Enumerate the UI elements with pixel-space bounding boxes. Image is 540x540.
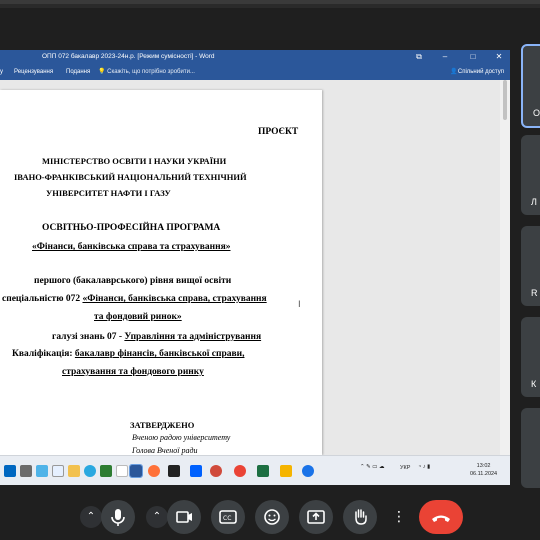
present-icon[interactable]	[299, 500, 333, 534]
mic-icon[interactable]	[101, 500, 135, 534]
doc-line: першого (бакалаврського) рівня вищої осв…	[34, 276, 232, 286]
doc-line: та фондовий ринок»	[94, 312, 182, 322]
app-icon[interactable]	[36, 465, 48, 477]
tab-partial[interactable]: у	[0, 69, 3, 75]
app-icon[interactable]	[116, 465, 128, 477]
start-icon[interactable]	[4, 465, 16, 477]
more-icon[interactable]: ⋮	[388, 506, 410, 528]
doc-span: спеціальністю 072	[2, 294, 83, 304]
doc-line: МІНІСТЕРСТВО ОСВІТИ І НАУКИ УКРАЇНИ	[42, 156, 227, 166]
tell-me-box[interactable]: 💡 Скажіть, що потрібно зробити...	[98, 68, 195, 75]
firefox-icon[interactable]	[148, 465, 160, 477]
vertical-scrollbar[interactable]	[500, 80, 510, 455]
doc-line: Кваліфікація: бакалавр фінансів, банківс…	[12, 349, 244, 359]
doc-span: «Фінанси, банківська справа, страхування	[82, 294, 267, 304]
doc-span: галузі знань 07 -	[52, 332, 125, 342]
doc-line: УНІВЕРСИТЕТ НАФТИ І ГАЗУ	[46, 188, 171, 198]
captions-icon[interactable]: CC	[211, 500, 245, 534]
document-area: ПРОЄКТ МІНІСТЕРСТВО ОСВІТИ І НАУКИ УКРАЇ…	[0, 80, 510, 455]
participant-initial: К	[531, 379, 537, 389]
network-volume-icon[interactable]: ◔ ♪ ▮	[418, 464, 430, 470]
participant-initial: О	[533, 108, 540, 118]
doc-line: ІВАНО-ФРАНКІВСЬКИЙ НАЦІОНАЛЬНИЙ ТЕХНІЧНИ…	[14, 172, 247, 182]
participant-tile[interactable]	[521, 408, 540, 488]
excel-icon[interactable]	[257, 465, 269, 477]
participant-tile[interactable]: R	[521, 226, 540, 306]
chevron-up-icon[interactable]: ⌃	[146, 506, 168, 528]
doc-line: ПРОЄКТ	[258, 127, 299, 137]
window-title: ОПП 072 бакалавр 2023-24н.р. [Режим сумі…	[42, 53, 215, 60]
participant-tile[interactable]: О	[521, 44, 540, 128]
doc-span: Кваліфікація:	[12, 349, 75, 359]
top-strip	[0, 0, 540, 8]
doc-line: «Фінанси, банківська справа та страхуван…	[32, 242, 231, 252]
participant-tile[interactable]: Л	[521, 135, 540, 215]
doc-line: ОСВІТНЬО-ПРОФЕСІЙНА ПРОГРАМА	[42, 223, 221, 233]
participant-tile[interactable]: К	[521, 317, 540, 397]
top-bar	[0, 0, 540, 4]
close-button[interactable]: ✕	[492, 52, 506, 61]
doc-line: ЗАТВЕРДЖЕНО	[130, 420, 195, 430]
doc-line: Вченою радою університету	[132, 433, 231, 442]
scroll-thumb[interactable]	[503, 80, 507, 120]
doc-span: Управління та адміністрування	[124, 332, 262, 342]
app-icon[interactable]	[210, 465, 222, 477]
doc-line: спеціальністю 072 «Фінанси, банківська с…	[2, 294, 267, 304]
language-indicator[interactable]: УКР	[400, 465, 410, 471]
windows-taskbar: ⌃ ✎ ▭ ☁ УКР ◔ ♪ ▮ 13:02 06.11.2024	[0, 455, 510, 485]
folder-icon[interactable]	[68, 465, 80, 477]
share-button[interactable]: 👤Спільний доступ	[450, 68, 504, 75]
chevron-up-icon[interactable]: ⌃	[80, 506, 102, 528]
text-cursor-icon: I	[298, 300, 301, 310]
participant-initial: Л	[531, 197, 537, 207]
restore-ribbon-icon[interactable]: ⧉	[412, 52, 426, 62]
participant-initial: R	[531, 288, 538, 298]
doc-line: Голова Вченої ради	[132, 446, 198, 455]
doc-span: бакалавр фінансів, банківської справи,	[74, 349, 245, 359]
share-label: Спільний доступ	[457, 69, 504, 75]
app-icon[interactable]	[100, 465, 112, 477]
raise-hand-icon[interactable]	[343, 500, 377, 534]
emoji-icon[interactable]	[255, 500, 289, 534]
shared-screen: ОПП 072 бакалавр 2023-24н.р. [Режим сумі…	[0, 50, 510, 485]
ribbon-tabs: у Рецензування Подання 💡 Скажіть, що пот…	[0, 66, 510, 80]
app-icon[interactable]	[52, 465, 64, 477]
app-icon[interactable]	[280, 465, 292, 477]
end-call-icon[interactable]	[419, 500, 463, 534]
minimize-button[interactable]: –	[438, 52, 452, 61]
clock[interactable]: 13:02 06.11.2024	[470, 462, 497, 478]
word-titlebar: ОПП 072 бакалавр 2023-24н.р. [Режим сумі…	[0, 50, 510, 66]
dropbox-icon[interactable]	[190, 465, 202, 477]
svg-text:CC: CC	[223, 515, 231, 522]
clock-date: 06.11.2024	[470, 471, 498, 477]
app-icon[interactable]	[168, 465, 180, 477]
camera-icon[interactable]	[167, 500, 201, 534]
app-icon[interactable]	[20, 465, 32, 477]
clock-time: 13:02	[476, 463, 491, 469]
maximize-button[interactable]: □	[466, 52, 480, 61]
chrome-icon[interactable]	[234, 465, 246, 477]
tab-review[interactable]: Рецензування	[14, 69, 53, 75]
doc-line: галузі знань 07 - Управління та адмініст…	[52, 332, 261, 342]
lightbulb-icon: 💡	[98, 69, 106, 75]
tray-icons[interactable]: ⌃ ✎ ▭ ☁	[360, 464, 385, 470]
document-page[interactable]: ПРОЄКТ МІНІСТЕРСТВО ОСВІТИ І НАУКИ УКРАЇ…	[0, 90, 322, 455]
call-controls: ⌃ ⌃ CC ⋮	[0, 495, 540, 540]
chrome-icon[interactable]	[302, 465, 314, 477]
edge-icon[interactable]	[84, 465, 96, 477]
tab-view[interactable]: Подання	[66, 69, 90, 75]
tell-me-text: Скажіть, що потрібно зробити...	[107, 69, 195, 75]
doc-line: страхування та фондового ринку	[62, 367, 204, 377]
word-icon[interactable]	[129, 464, 143, 478]
person-icon: 👤	[450, 69, 458, 75]
